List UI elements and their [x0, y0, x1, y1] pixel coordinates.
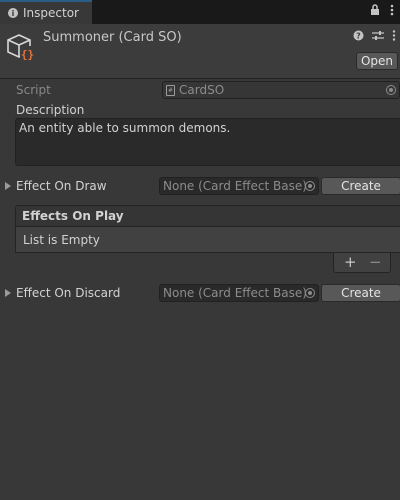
create-effect-on-draw-button[interactable]: Create [321, 177, 400, 195]
object-picker-icon[interactable] [305, 288, 315, 298]
object-title: Summoner (Card SO) [43, 30, 182, 45]
add-element-button[interactable]: + [344, 253, 357, 271]
kebab-menu-icon[interactable] [390, 4, 394, 19]
foldout-arrow-icon[interactable] [5, 182, 11, 190]
svg-text:{}: {} [21, 48, 34, 61]
list-empty-text: List is Empty [23, 232, 100, 247]
script-value: CardSO [179, 83, 225, 97]
tab-label: Inspector [23, 6, 79, 20]
description-label: Description [16, 103, 85, 117]
object-picker-icon[interactable] [386, 85, 396, 95]
create-effect-on-discard-button[interactable]: Create [321, 284, 400, 302]
effect-on-discard-value: None (Card Effect Base) [163, 286, 307, 300]
script-file-icon: # [166, 84, 175, 96]
description-value: An entity able to summon demons. [19, 121, 231, 135]
effects-on-play-list: List is Empty [15, 227, 400, 253]
effect-on-draw-field[interactable]: None (Card Effect Base) [159, 177, 319, 195]
tab-inspector[interactable]: i Inspector [0, 0, 92, 24]
tab-bar-actions [370, 4, 394, 19]
effects-on-play-label: Effects On Play [22, 209, 124, 223]
help-icon[interactable]: ? [353, 30, 364, 44]
svg-text:?: ? [356, 32, 361, 41]
effect-on-draw-value: None (Card Effect Base) [163, 179, 307, 193]
info-icon: i [8, 8, 18, 18]
inspector-header: {} Summoner (Card SO) ? Open [0, 24, 400, 79]
settings-sliders-icon[interactable] [372, 30, 384, 44]
description-textarea[interactable]: An entity able to summon demons. [15, 118, 400, 166]
effects-on-play-header[interactable]: Effects On Play [15, 205, 400, 227]
script-label: Script [16, 83, 51, 97]
cube-script-icon: {} [6, 32, 36, 62]
list-footer: + − [333, 253, 391, 273]
kebab-menu-icon[interactable] [392, 30, 396, 44]
script-field[interactable]: # CardSO [162, 81, 400, 99]
object-picker-icon[interactable] [305, 181, 315, 191]
header-actions: ? [353, 30, 396, 44]
tab-bar: i Inspector [0, 0, 400, 24]
foldout-arrow-icon[interactable] [5, 289, 11, 297]
remove-element-button[interactable]: − [369, 253, 382, 271]
effect-on-discard-field[interactable]: None (Card Effect Base) [159, 284, 319, 302]
effect-on-discard-label: Effect On Discard [16, 286, 121, 300]
lock-icon[interactable] [370, 4, 380, 19]
effect-on-draw-label: Effect On Draw [16, 179, 107, 193]
open-button[interactable]: Open [356, 52, 398, 70]
